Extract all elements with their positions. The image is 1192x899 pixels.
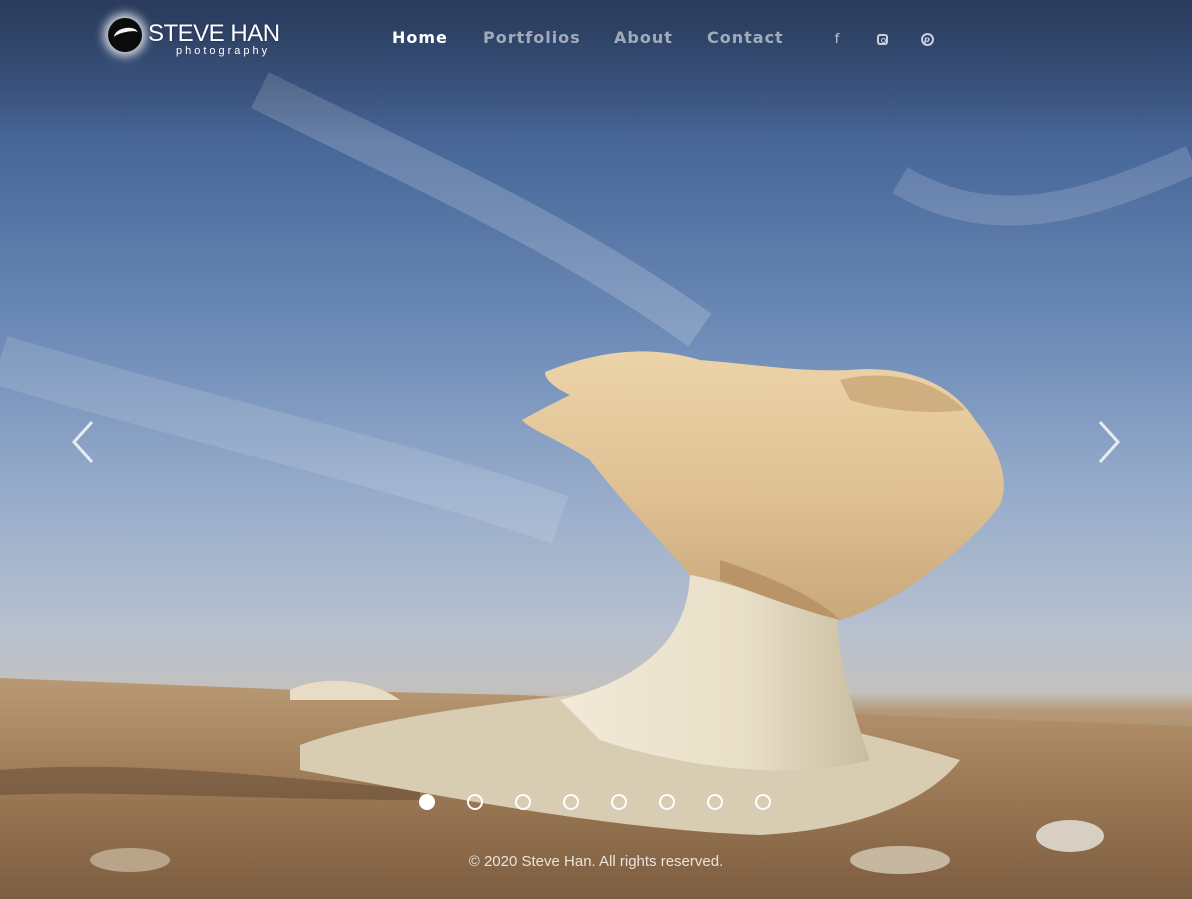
slide-dot[interactable] [755,794,771,810]
slide-dot[interactable] [611,794,627,810]
slide-dot[interactable] [467,794,483,810]
slide-dot[interactable] [707,794,723,810]
slide-dot[interactable] [563,794,579,810]
site-logo[interactable]: STEVE HAN photography [104,12,304,64]
nav-contact[interactable]: Contact [707,28,784,47]
nav-portfolios[interactable]: Portfolios [483,28,581,47]
chevron-right-icon [1098,420,1121,464]
nav-about[interactable]: About [614,28,673,47]
chevron-left-icon [71,420,94,464]
footer-copyright: © 2020 Steve Han. All rights reserved. [468,853,724,870]
slide-dot[interactable] [419,794,435,810]
next-slide-button[interactable] [1088,418,1128,466]
logo-name: STEVE HAN [148,20,280,47]
facebook-icon[interactable]: f [828,30,846,48]
nav-home[interactable]: Home [392,28,448,47]
instagram-icon[interactable] [873,30,891,48]
slide-indicators [419,794,779,810]
pinterest-icon[interactable]: p [918,30,936,48]
logo-mark-icon [108,18,142,52]
slide-dot[interactable] [515,794,531,810]
prev-slide-button[interactable] [64,418,104,466]
logo-tagline: photography [176,45,271,57]
slide-dot[interactable] [659,794,675,810]
